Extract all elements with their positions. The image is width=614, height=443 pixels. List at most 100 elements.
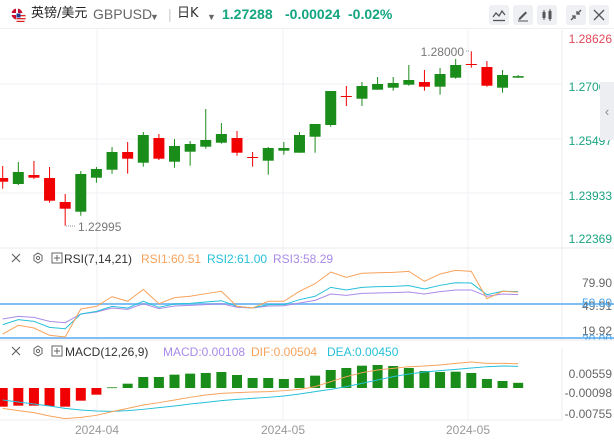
candle — [153, 134, 165, 160]
candle — [403, 65, 415, 86]
candle — [512, 75, 524, 78]
candle-body — [512, 76, 524, 78]
candle-body — [137, 135, 149, 163]
candle-body — [356, 85, 368, 99]
candle — [200, 108, 212, 149]
collapse-panel-button[interactable]: ‹ — [600, 82, 614, 140]
rsi3-value: RSI3:58.29 — [273, 252, 333, 266]
rsi-axis: 79.90 49.91 50.00 19.92 20.00 — [582, 276, 612, 346]
macd-bar — [325, 370, 336, 388]
price-axis-label: 1.28626 — [569, 32, 613, 46]
date-label: 2024-04 — [75, 423, 119, 437]
candle-body — [90, 168, 102, 178]
macd-bar — [435, 372, 446, 388]
macd-header: MACD(12,26,9) MACD:0.00108 DIF:0.00504 D… — [11, 345, 399, 359]
candle-body — [169, 145, 181, 162]
candle — [137, 132, 149, 167]
dea-value: DEA:0.00450 — [327, 345, 399, 359]
macd-bar — [153, 377, 164, 388]
candle — [356, 82, 368, 106]
date-axis: 2024-04 2024-05 2024-05 — [75, 423, 490, 437]
rsi-settings-icon[interactable] — [33, 252, 43, 264]
candle-body — [262, 148, 274, 161]
candle-body — [309, 124, 321, 137]
price-axis-label: 1.22369 — [569, 232, 613, 246]
macd-bar — [278, 378, 289, 388]
macd-value: MACD:0.00108 — [163, 345, 245, 359]
macd-axis-label: 0.00559 — [569, 367, 613, 381]
macd-bar — [356, 365, 367, 388]
macd-bar — [481, 378, 492, 388]
candle-body — [153, 138, 165, 159]
macd-bar — [294, 378, 305, 388]
candle — [465, 51, 477, 68]
date-label: 2024-05 — [446, 423, 490, 437]
candle — [215, 122, 227, 144]
candle-body — [247, 156, 259, 158]
macd-bar — [466, 372, 477, 388]
candle-body — [481, 66, 493, 86]
candle — [59, 194, 71, 226]
candle — [450, 58, 462, 79]
candle-body — [372, 84, 384, 90]
rsi-expand-icon[interactable] — [51, 252, 63, 264]
candle — [372, 76, 384, 90]
close-rsi-icon[interactable] — [11, 253, 21, 263]
candle — [325, 91, 337, 127]
candle — [387, 76, 399, 91]
candle — [106, 146, 118, 174]
candle — [90, 166, 102, 183]
candle-body — [59, 202, 71, 209]
candle-body — [293, 135, 305, 153]
rsi-lines — [0, 269, 614, 339]
candle — [12, 162, 24, 186]
price-axis-label: 1.23933 — [569, 189, 613, 203]
candle — [231, 131, 243, 156]
candle — [75, 171, 87, 216]
low-annotation: 1.22995 — [78, 220, 122, 234]
candle-body — [434, 74, 446, 87]
candle — [184, 141, 196, 166]
macd-bar — [263, 378, 274, 388]
macd-axis: 0.00559 -0.00098 -0.00755 — [565, 367, 613, 421]
candle — [247, 152, 259, 167]
candle-body — [28, 175, 40, 178]
macd-bar — [185, 373, 196, 388]
candle-body — [325, 91, 337, 126]
candle-body — [278, 148, 290, 151]
date-label: 2024-05 — [261, 423, 305, 437]
candle — [418, 69, 430, 91]
macd-bar — [75, 388, 86, 401]
rsi-axis-label: 79.90 — [582, 276, 612, 290]
candle-body — [106, 152, 118, 170]
macd-title: MACD(12,26,9) — [65, 345, 148, 359]
macd-bar — [169, 374, 180, 388]
macd-bar — [216, 372, 227, 388]
macd-axis-label: -0.00755 — [565, 407, 613, 421]
candle — [28, 161, 40, 180]
macd-bar — [403, 367, 414, 388]
candle — [122, 142, 134, 174]
candle-body — [200, 139, 212, 147]
chevron-left-icon: ‹ — [604, 103, 610, 119]
macd-bar — [450, 371, 461, 388]
macd-plot — [0, 361, 524, 420]
macd-axis-label: -0.00098 — [565, 386, 613, 400]
candle — [497, 69, 509, 93]
high-annotation: 1.28000 — [421, 45, 465, 59]
candle-body — [418, 82, 430, 87]
candle-body — [340, 95, 352, 97]
candle — [44, 166, 56, 203]
macd-bar — [200, 372, 211, 388]
rsi2-value: RSI2:61.00 — [207, 252, 267, 266]
chart-canvas[interactable]: 1.28000 1.22995 1.28626 1.27062 1.25497 … — [0, 0, 614, 443]
macd-bar — [372, 365, 383, 388]
candle-body — [465, 64, 477, 65]
rsi2-line — [2, 282, 519, 330]
candle-body — [497, 75, 509, 88]
macd-bar — [138, 377, 149, 388]
candle — [293, 132, 305, 153]
macd-bar — [107, 387, 118, 389]
rsi-title: RSI(7,14,21) — [64, 252, 132, 266]
macd-bar — [0, 388, 8, 407]
